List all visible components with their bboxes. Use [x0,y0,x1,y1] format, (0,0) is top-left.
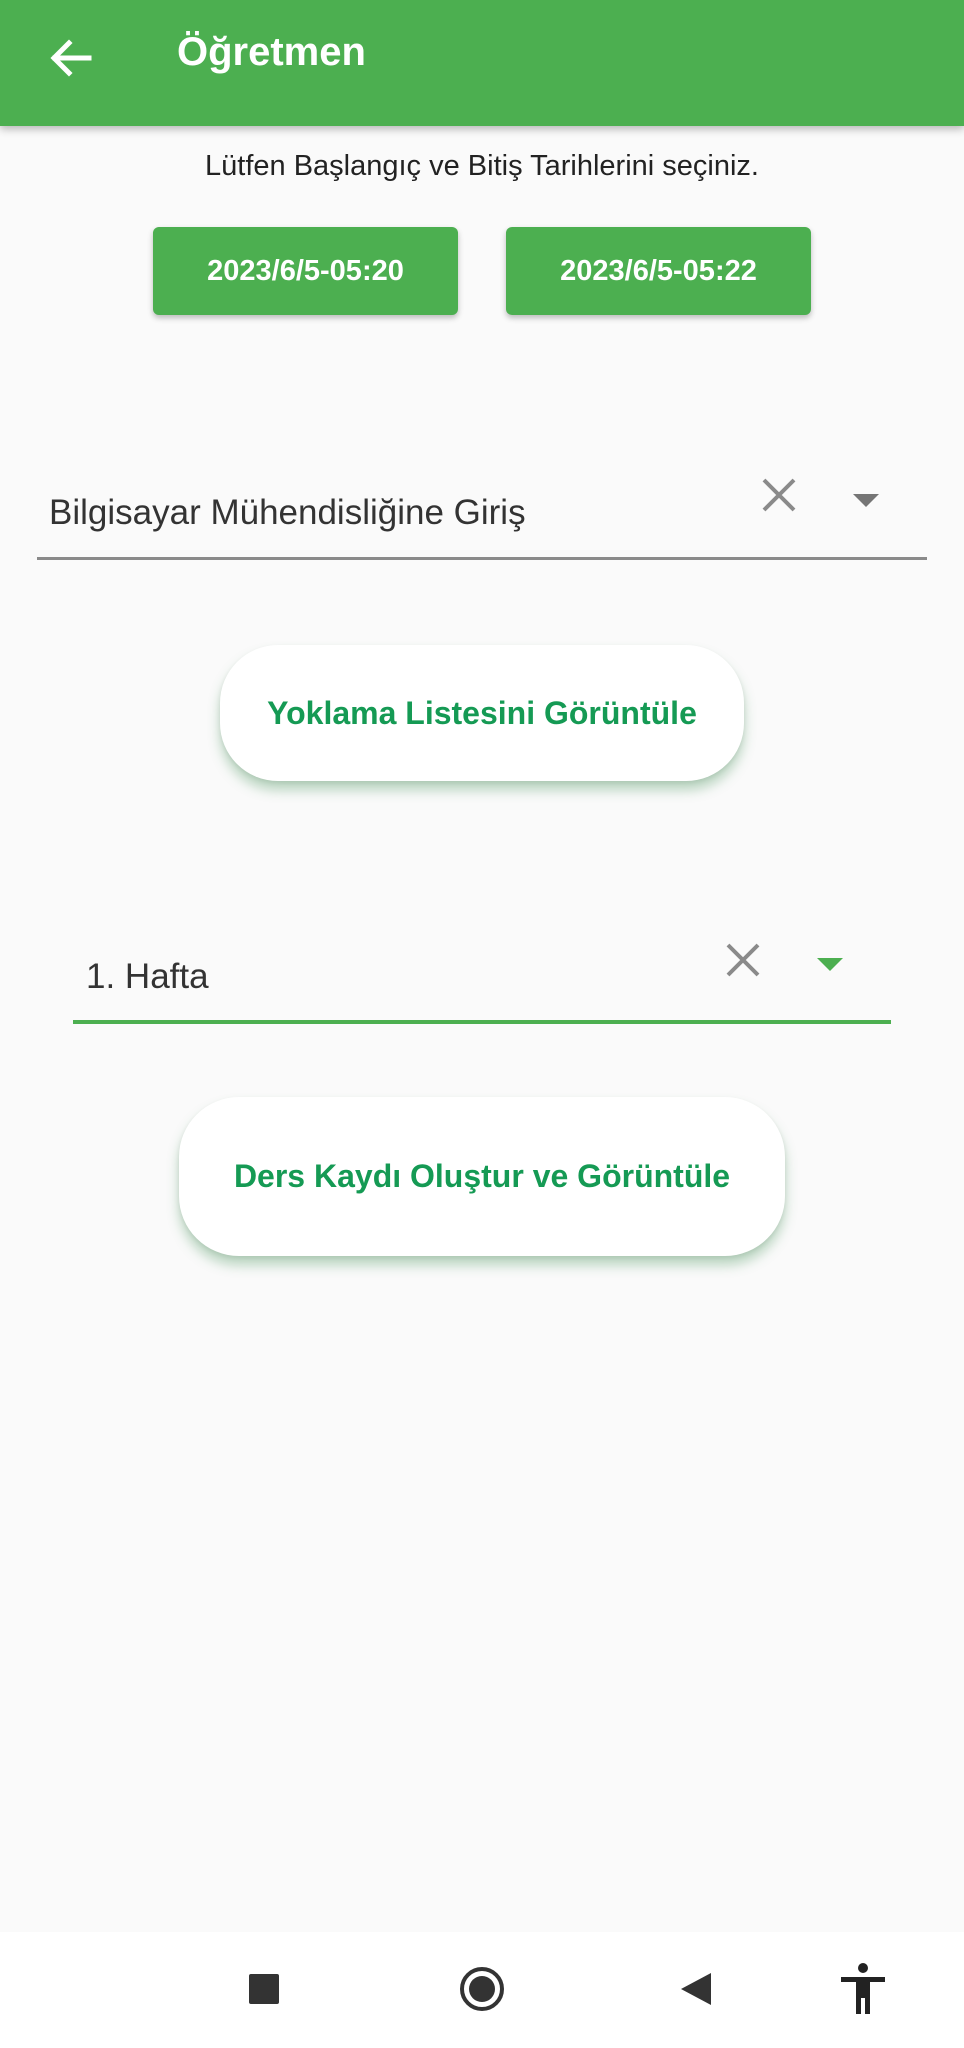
create-lesson-record-button[interactable]: Ders Kaydı Oluştur ve Görüntüle [179,1097,785,1256]
start-date-button[interactable]: 2023/6/5-05:20 [153,227,458,315]
course-dropdown[interactable]: Bilgisayar Mühendisliğine Giriş [37,455,927,560]
back-button[interactable] [30,22,110,94]
end-date-button[interactable]: 2023/6/5-05:22 [506,227,811,315]
date-instruction-text: Lütfen Başlangıç ve Bitiş Tarihlerini se… [205,150,759,182]
course-dropdown-value: Bilgisayar Mühendisliğine Giriş [49,493,526,532]
accessibility-icon[interactable] [828,1954,898,2024]
app-bar: Öğretmen [0,0,964,126]
system-nav-bar [0,1932,964,2048]
home-circle-icon[interactable] [447,1954,517,2024]
week-dropdown[interactable]: 1. Hafta [73,920,891,1024]
week-dropdown-value: 1. Hafta [86,957,209,996]
view-attendance-list-button[interactable]: Yoklama Listesini Görüntüle [220,645,744,781]
arrow-left-icon [50,39,92,77]
recents-square-icon[interactable] [229,1954,299,2024]
close-icon[interactable] [723,940,763,980]
close-icon[interactable] [759,475,799,515]
course-dropdown-underline [37,557,927,560]
page-title: Öğretmen [177,30,366,74]
back-triangle-icon[interactable] [661,1954,731,2024]
week-dropdown-underline [73,1020,891,1024]
caret-down-icon[interactable] [817,958,843,971]
caret-down-icon[interactable] [853,494,879,507]
